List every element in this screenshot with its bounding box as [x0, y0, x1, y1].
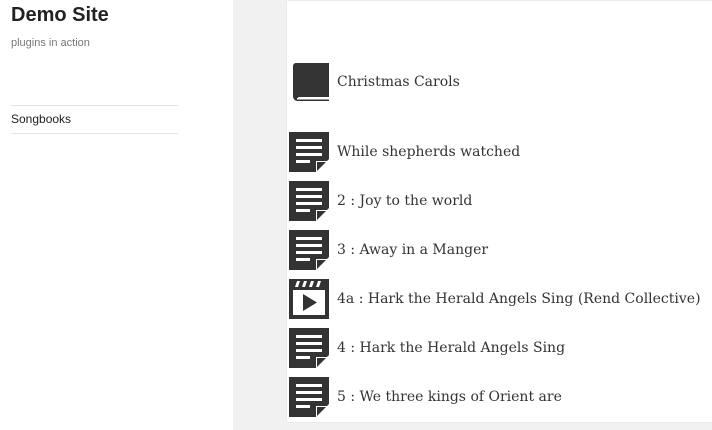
book-title: Christmas Carols [337, 74, 460, 90]
song-item[interactable]: 3 : Away in a Manger [288, 229, 488, 271]
song-title: 5 : We three kings of Orient are [337, 389, 562, 405]
song-item[interactable]: 5 : We three kings of Orient are [288, 376, 562, 418]
song-item[interactable]: 4a : Hark the Herald Angels Sing (Rend C… [288, 278, 701, 320]
document-icon [289, 230, 329, 270]
page: Demo Site plugins in action Songbooks Ch… [0, 0, 712, 430]
song-item[interactable]: 4 : Hark the Herald Angels Sing [288, 327, 565, 369]
site-description: plugins in action [11, 37, 90, 49]
song-title: While shepherds watched [337, 144, 521, 160]
song-title: 4a : Hark the Herald Angels Sing (Rend C… [337, 291, 701, 307]
song-title: 4 : Hark the Herald Angels Sing [337, 340, 566, 356]
site-title[interactable]: Demo Site [11, 3, 109, 27]
sidebar-item-songbooks[interactable]: Songbooks [11, 106, 178, 133]
document-icon [289, 377, 329, 417]
book-item[interactable]: Christmas Carols [288, 61, 460, 103]
song-title: 2 : Joy to the world [337, 193, 473, 209]
book-icon [293, 63, 329, 101]
video-icon [289, 279, 329, 319]
song-title: 3 : Away in a Manger [337, 242, 489, 258]
document-icon [289, 181, 329, 221]
song-item[interactable]: 2 : Joy to the world [288, 180, 472, 222]
document-icon [289, 132, 329, 172]
song-item[interactable]: While shepherds watched [288, 131, 520, 173]
document-icon [289, 328, 329, 368]
sidebar-menu: Songbooks [11, 105, 178, 134]
sidebar: Demo Site plugins in action Songbooks [0, 0, 233, 430]
